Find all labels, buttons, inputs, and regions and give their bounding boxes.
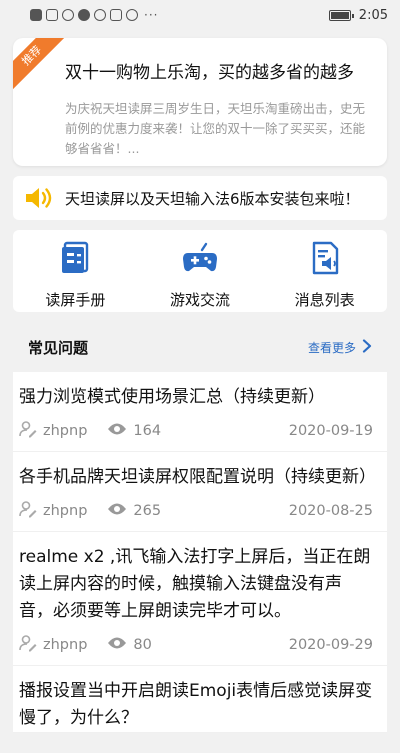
faq-views: 80 [107, 636, 152, 654]
eye-icon [107, 502, 127, 520]
faq-item[interactable]: 强力浏览模式使用场景汇总（持续更新） zhpnp 164 2020-09-19 [13, 372, 387, 452]
view-more-label: 查看更多 [307, 340, 356, 355]
faq-date: 2020-08-25 [288, 503, 373, 519]
faq-question: 各手机品牌天坦读屏权限配置说明（持续更新） [19, 467, 376, 487]
clock: 2:05 [358, 7, 388, 23]
faq-header: 常见问题 查看更多 [0, 330, 400, 364]
bell-icon [126, 9, 138, 21]
faq-meta: zhpnp 164 2020-09-19 [19, 411, 373, 451]
signal-icon [46, 9, 58, 21]
view-more-link[interactable]: 查看更多 [308, 338, 372, 357]
faq-item[interactable]: 各手机品牌天坦读屏权限配置说明（持续更新） zhpnp 265 2020-08-… [13, 452, 387, 532]
faq-question: 强力浏览模式使用场景汇总（持续更新） [19, 387, 325, 407]
manual-icon [57, 240, 93, 280]
promo-description: 为庆祝天坦读屏三周岁生日，天坦乐淘重磅出击，史无前例的优惠力度来袭！让您的双十一… [65, 101, 366, 156]
faq-question: realme x2 ,讯飞输入法打字上屏后，当正在朗读上屏内容的时候，触摸输入法… [19, 547, 371, 621]
info-icon [62, 9, 74, 21]
shortcut-message-list[interactable]: 消息列表 [262, 230, 387, 312]
speaker-icon [23, 184, 55, 212]
faq-view-count: 265 [133, 503, 162, 519]
chevron-right-icon [362, 338, 372, 357]
app-icon [110, 9, 122, 21]
battery-icon [328, 9, 354, 21]
user-edit-icon [19, 500, 37, 522]
shortcut-game-chat-label: 游戏交流 [170, 291, 231, 309]
shortcut-message-list-label: 消息列表 [294, 291, 355, 309]
eye-icon [107, 422, 127, 440]
shortcut-game-chat[interactable]: 游戏交流 [138, 230, 263, 312]
user-edit-icon [19, 420, 37, 442]
faq-views: 164 [107, 422, 161, 440]
faq-view-count: 164 [133, 423, 162, 439]
faq-author: zhpnp [19, 420, 87, 442]
announcement-text: 天坦读屏以及天坦输入法6版本安装包来啦！ [65, 189, 360, 208]
recommend-badge: 推荐 [13, 38, 71, 95]
announcement-bar[interactable]: 天坦读屏以及天坦输入法6版本安装包来啦！ [13, 176, 387, 220]
faq-author-name: zhpnp [43, 423, 88, 439]
faq-author: zhpnp [19, 500, 87, 522]
status-bar: ··· 2:05 [0, 0, 400, 30]
faq-view-count: 80 [133, 637, 152, 653]
faq-item[interactable]: 播报设置当中开启朗读Emoji表情后感觉读屏变慢了，为什么？ [13, 666, 387, 733]
faq-author-name: zhpnp [43, 637, 88, 653]
message-list-icon [307, 240, 343, 280]
faq-date: 2020-09-29 [288, 637, 373, 653]
faq-views: 265 [107, 502, 161, 520]
faq-section-title: 常见问题 [28, 338, 89, 357]
faq-item[interactable]: realme x2 ,讯飞输入法打字上屏后，当正在朗读上屏内容的时候，触摸输入法… [13, 532, 387, 666]
eye-icon [107, 636, 127, 654]
faq-list: 强力浏览模式使用场景汇总（持续更新） zhpnp 164 2020-09-19 … [13, 372, 387, 733]
shortcut-grid: 读屏手册 游戏交流 消息列表 [13, 230, 387, 312]
sim-icon [30, 9, 42, 21]
promo-title: 双十一购物上乐淘，买的越多省的越多 [65, 63, 354, 83]
notification-icons: ··· [30, 8, 158, 22]
shortcut-manual[interactable]: 读屏手册 [13, 230, 138, 312]
faq-question: 播报设置当中开启朗读Emoji表情后感觉读屏变慢了，为什么？ [19, 681, 373, 728]
faq-meta: zhpnp 265 2020-08-25 [19, 491, 373, 531]
shortcut-manual-label: 读屏手册 [45, 291, 106, 309]
more-notifications-icon: ··· [144, 8, 159, 22]
user-edit-icon [19, 634, 37, 656]
faq-date: 2020-09-19 [288, 423, 373, 439]
faq-author: zhpnp [19, 634, 87, 656]
faq-author-name: zhpnp [43, 503, 88, 519]
faq-meta: zhpnp 80 2020-09-29 [19, 625, 373, 665]
tiktok-icon [94, 9, 106, 21]
promo-card[interactable]: 推荐 双十一购物上乐淘，买的越多省的越多 为庆祝天坦读屏三周岁生日，天坦乐淘重磅… [13, 38, 387, 166]
app-notification-icon [78, 9, 90, 21]
gamepad-icon [182, 240, 218, 280]
